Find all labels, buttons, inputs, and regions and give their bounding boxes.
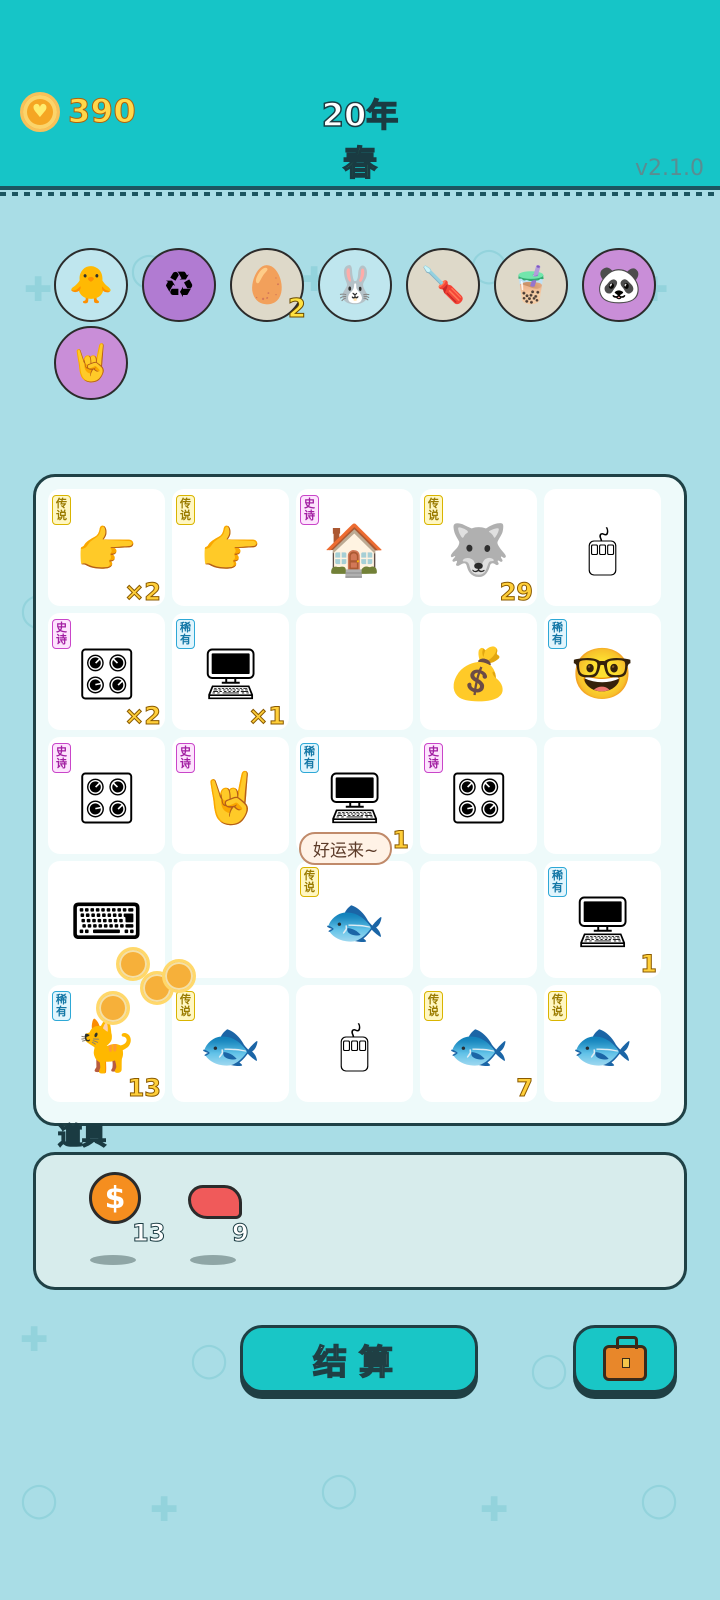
board-cell[interactable]: 传说 👉 bbox=[172, 489, 289, 606]
item-count: 1 bbox=[640, 950, 658, 979]
graphics-card-icon: 🎛 bbox=[74, 769, 139, 827]
board-cell[interactable]: 史诗 🤘 bbox=[172, 737, 289, 854]
speech-bubble: 好运来~ bbox=[299, 832, 393, 865]
prop-count: 13 bbox=[131, 1219, 166, 1248]
board-cell[interactable]: 稀有 🖥 ×1 bbox=[172, 613, 289, 731]
floating-coin-icon bbox=[96, 991, 130, 1025]
board-cell[interactable]: 史诗 🎛 ×2 bbox=[48, 613, 165, 731]
props-title: 道具 bbox=[57, 1121, 107, 1151]
rock-hand-icon: 🤘 bbox=[199, 769, 262, 827]
screwdriver-icon: 🪛 bbox=[420, 265, 466, 306]
pet-slot[interactable]: 🪛 bbox=[406, 248, 480, 322]
board-cell[interactable]: 传说 🐺 29 bbox=[420, 489, 537, 607]
rabbit-icon: 🐰 bbox=[332, 265, 378, 306]
bubble-tea-icon: 🧋 bbox=[508, 265, 554, 306]
board-cell[interactable] bbox=[296, 613, 413, 730]
board-cell[interactable]: 传说 👉 ×2 bbox=[48, 489, 165, 607]
item-count: 7 bbox=[516, 1074, 534, 1103]
board-cell[interactable]: 传说 🐟 bbox=[544, 985, 661, 1102]
board-cell[interactable] bbox=[172, 861, 289, 978]
item-count: ×2 bbox=[124, 702, 162, 731]
liver-icon bbox=[188, 1171, 242, 1225]
season-label: 春 bbox=[342, 143, 378, 185]
item-count: ×1 bbox=[248, 702, 286, 731]
board-cell[interactable]: 🖱 bbox=[296, 985, 413, 1102]
briefcase-icon bbox=[603, 1336, 647, 1381]
pointing-hand-icon: 👉 bbox=[199, 521, 262, 579]
board-cell[interactable] bbox=[420, 861, 537, 978]
prop-dollar-coin[interactable]: $ 13 bbox=[84, 1171, 166, 1271]
panda-icon: 🐼 bbox=[596, 265, 642, 306]
rabbit-house-icon: 🏠 bbox=[323, 521, 386, 579]
board-cell[interactable]: 史诗 🎛 bbox=[420, 737, 537, 854]
prop-count: 9 bbox=[232, 1219, 250, 1248]
graphics-card-icon: 🎛 bbox=[446, 769, 511, 827]
item-count: 29 bbox=[499, 578, 533, 607]
board-cell[interactable]: 史诗 🏠 bbox=[296, 489, 413, 606]
pet-slot[interactable]: 🥚 2 bbox=[230, 248, 307, 325]
pet-slot[interactable]: 🐥 bbox=[54, 248, 128, 322]
koi-fish-icon: 🐟 bbox=[571, 1017, 634, 1075]
rock-hand-icon: 🤘 bbox=[68, 343, 114, 384]
board-cell[interactable]: 🖱 bbox=[544, 489, 661, 606]
glasses-face-icon: 🤓 bbox=[571, 645, 634, 703]
pet-slot[interactable]: 🤘 bbox=[54, 326, 128, 400]
settle-button[interactable]: 结算 bbox=[240, 1325, 478, 1393]
year-label: 20年 bbox=[321, 95, 399, 135]
version-label: v2.1.0 bbox=[635, 156, 704, 181]
board-cell[interactable]: 传说 🐟 bbox=[172, 985, 289, 1102]
keyboard-icon: ⌨ bbox=[70, 893, 143, 951]
board-cell[interactable] bbox=[544, 737, 661, 854]
dollar-coin-icon: $ bbox=[88, 1171, 142, 1225]
item-count: 13 bbox=[127, 1074, 161, 1103]
koi-fish-icon: 🐟 bbox=[199, 1017, 262, 1075]
pet-count-badge: 2 bbox=[287, 294, 306, 325]
pet-slot[interactable]: ♻ bbox=[142, 248, 216, 322]
floating-coin-icon bbox=[162, 959, 196, 993]
egg-tray-icon: 🥚 bbox=[244, 265, 290, 306]
item-count: 1 bbox=[392, 826, 410, 855]
game-board: 好运来~ 传说 👉 ×2 传说 👉 史诗 🏠 传说 🐺 29 🖱 史诗 🎛 ×2 稀有 🖥 ×1 💰 稀有 🤓 史诗 🎛 史… bbox=[33, 474, 687, 1126]
crowned-koi-icon: 🐟 bbox=[323, 893, 386, 951]
item-count: ×2 bbox=[124, 578, 162, 607]
pet-slot[interactable]: 🐼 bbox=[582, 248, 656, 322]
pet-slot[interactable]: 🧋 bbox=[494, 248, 568, 322]
mouse-icon: 🖱 bbox=[339, 1017, 370, 1075]
board-cell[interactable]: 传说 🐟 bbox=[296, 861, 413, 978]
board-cell[interactable]: 传说 🐟 7 bbox=[420, 985, 537, 1103]
chick-with-egg-icon: 🐥 bbox=[68, 265, 114, 306]
board-cell[interactable]: 稀有 🖥 1 bbox=[544, 861, 661, 979]
prop-liver[interactable]: 9 bbox=[184, 1171, 254, 1271]
board-cell[interactable]: 史诗 🎛 bbox=[48, 737, 165, 854]
props-panel: $ 13 9 bbox=[33, 1152, 687, 1290]
coin-pile-icon: 💰 bbox=[447, 645, 510, 703]
board-cell[interactable]: 稀有 🤓 bbox=[544, 613, 661, 730]
recycle-icon: ♻ bbox=[162, 264, 196, 306]
board-cell[interactable]: 💰 bbox=[420, 613, 537, 730]
bag-button[interactable] bbox=[573, 1325, 677, 1393]
top-bar: ♥ 390 20年 春 v2.1.0 bbox=[0, 0, 720, 196]
mouse-icon: 🖱 bbox=[587, 521, 618, 579]
pet-slot[interactable]: 🐰 bbox=[318, 248, 392, 322]
